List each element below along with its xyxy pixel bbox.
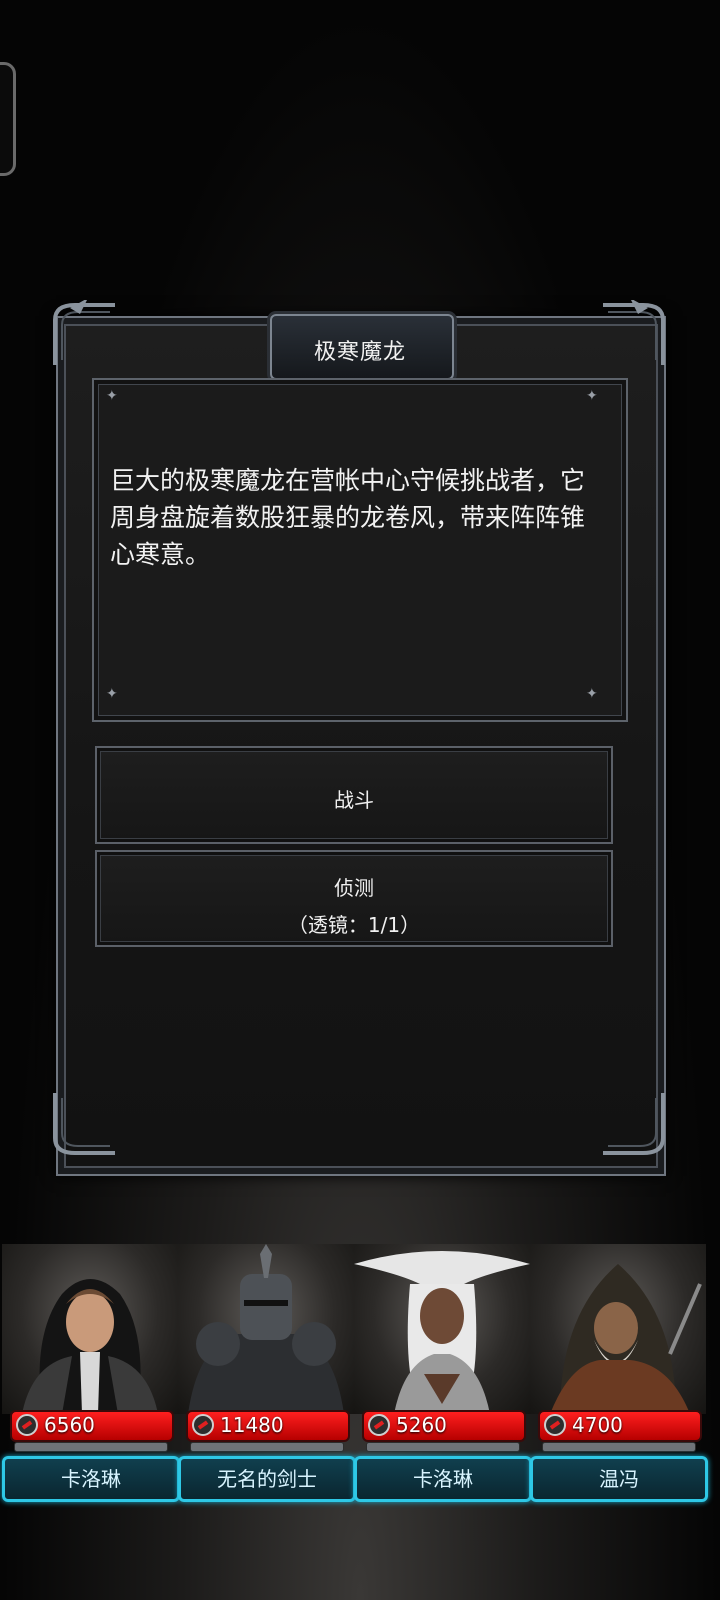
- hp-value: 5260: [396, 1413, 447, 1437]
- hp-value: 11480: [220, 1413, 284, 1437]
- hp-bar: 11480: [186, 1410, 350, 1442]
- hp-bar: 4700: [538, 1410, 702, 1442]
- sparkle-icon: ✦: [106, 686, 118, 702]
- priestess-portrait-icon: [354, 1244, 530, 1414]
- fight-button[interactable]: 战斗: [95, 746, 613, 844]
- detect-button-label: 侦测: [334, 876, 374, 900]
- frame-ornament-bottom-right-icon: [598, 1088, 668, 1158]
- hero-name[interactable]: 温冯: [530, 1456, 708, 1502]
- hp-bar: 5260: [362, 1410, 526, 1442]
- hp-icon: [368, 1414, 390, 1436]
- hero-name[interactable]: 卡洛琳: [354, 1456, 532, 1502]
- party-member-1[interactable]: 6560 卡洛琳: [2, 1244, 180, 1504]
- frame-ornament-top-left-icon: [50, 298, 120, 370]
- hero-name[interactable]: 无名的剑士: [178, 1456, 356, 1502]
- knight-portrait-icon: [178, 1244, 354, 1414]
- lens-count-label: （透镜：1/1）: [287, 913, 421, 937]
- hp-bar: 6560: [10, 1410, 174, 1442]
- nun-portrait-icon: [2, 1244, 178, 1414]
- hp-value: 6560: [44, 1413, 95, 1437]
- mp-bar: [14, 1442, 168, 1452]
- hp-icon: [16, 1414, 38, 1436]
- mp-bar: [190, 1442, 344, 1452]
- frame-ornament-top-right-icon: [598, 298, 668, 370]
- party-member-4[interactable]: 4700 温冯: [530, 1244, 708, 1504]
- mp-bar: [366, 1442, 520, 1452]
- hero-name[interactable]: 卡洛琳: [2, 1456, 180, 1502]
- sparkle-icon: ✦: [106, 388, 118, 404]
- sparkle-icon: ✦: [586, 686, 598, 702]
- fight-button-label: 战斗: [334, 788, 374, 812]
- party-member-2[interactable]: 11480 无名的剑士: [178, 1244, 356, 1504]
- detect-button[interactable]: 侦测 （透镜：1/1）: [95, 850, 613, 947]
- mp-bar: [542, 1442, 696, 1452]
- hp-icon: [544, 1414, 566, 1436]
- hunter-portrait-icon: [530, 1244, 706, 1414]
- party-member-3[interactable]: 5260 卡洛琳: [354, 1244, 532, 1504]
- sparkle-icon: ✦: [586, 388, 598, 404]
- hp-value: 4700: [572, 1413, 623, 1437]
- encounter-description: 巨大的极寒魔龙在营帐中心守候挑战者，它周身盘旋着数股狂暴的龙卷风，带来阵阵锥心寒…: [110, 466, 586, 569]
- frame-ornament-bottom-left-icon: [50, 1088, 120, 1158]
- hp-icon: [192, 1414, 214, 1436]
- dialog-title: 极寒魔龙: [313, 340, 406, 365]
- side-menu-handle[interactable]: [0, 62, 16, 176]
